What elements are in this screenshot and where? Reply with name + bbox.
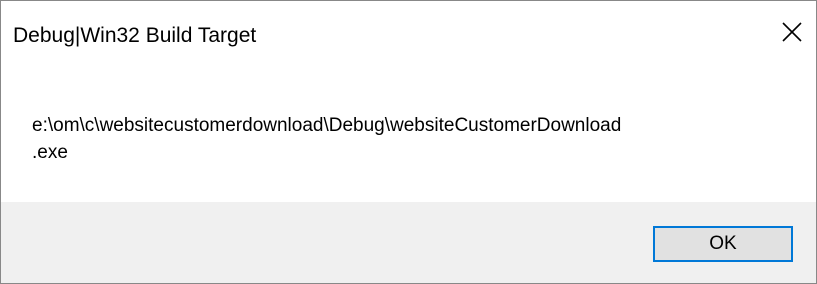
ok-button-label: OK — [709, 233, 737, 254]
message-dialog: Debug|Win32 Build Target e:\om\c\website… — [0, 0, 817, 284]
message-text: e:\om\c\websitecustomerdownload\Debug\we… — [32, 112, 782, 166]
close-icon — [782, 22, 802, 42]
message-line: .exe — [32, 142, 68, 163]
dialog-body: e:\om\c\websitecustomerdownload\Debug\we… — [1, 76, 816, 202]
dialog-footer: OK — [1, 202, 816, 283]
message-line: e:\om\c\websitecustomerdownload\Debug\we… — [32, 115, 622, 136]
ok-button[interactable]: OK — [653, 226, 793, 262]
title-bar: Debug|Win32 Build Target — [1, 1, 816, 76]
close-button[interactable] — [776, 16, 808, 48]
dialog-title: Debug|Win32 Build Target — [13, 24, 257, 47]
